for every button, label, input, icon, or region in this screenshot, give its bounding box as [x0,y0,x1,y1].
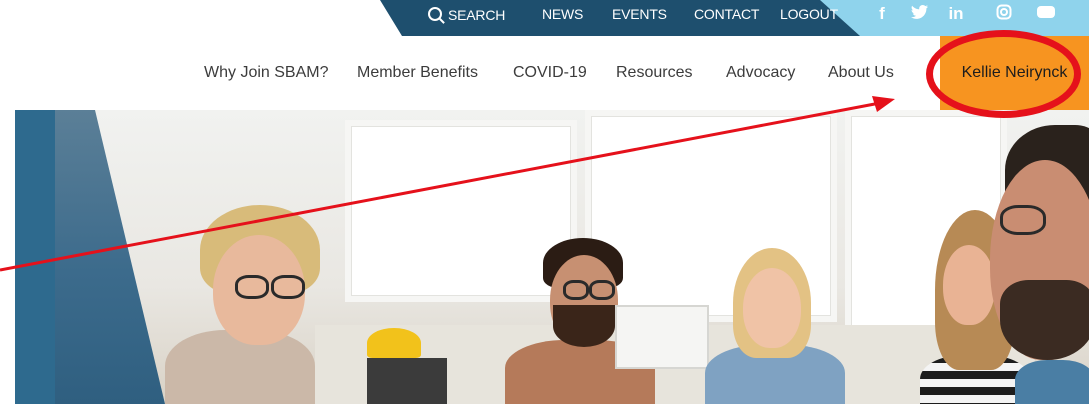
logout-link[interactable]: LOGOUT [780,6,838,22]
facebook-icon[interactable]: f [872,4,892,24]
linkedin-icon[interactable]: in [946,4,966,24]
contact-link[interactable]: CONTACT [694,6,759,22]
twitter-icon[interactable] [910,4,930,25]
hard-hat [367,328,421,358]
events-link[interactable]: EVENTS [612,6,667,22]
hero-brand-strip [15,110,55,404]
account-button[interactable]: Kellie Neirynck [940,36,1089,110]
person-1-glasses [235,275,269,299]
person-5-body [1015,360,1089,404]
news-link[interactable]: NEWS [542,6,583,22]
person-2-beard [553,305,615,347]
person-5-glasses [1000,205,1046,235]
youtube-icon[interactable] [1036,4,1056,24]
nav-about-us[interactable]: About Us [828,64,894,82]
person-5-beard [1000,280,1089,360]
person-2-glasses [563,280,589,300]
hero-box [367,358,447,404]
nav-member-benefits[interactable]: Member Benefits [357,64,478,82]
search-link[interactable]: SEARCH [428,6,505,23]
instagram-icon[interactable] [994,4,1014,25]
nav-resources[interactable]: Resources [616,64,692,82]
hero-image [15,110,1089,404]
person-2-glasses-right [589,280,615,300]
whiteboard [615,305,709,369]
person-1-glasses-right [271,275,305,299]
utility-nav: SEARCH NEWS EVENTS CONTACT LOGOUT f in [380,0,1089,36]
nav-why-join[interactable]: Why Join SBAM? [204,64,328,82]
search-icon [428,7,442,21]
nav-advocacy[interactable]: Advocacy [726,64,795,82]
search-label: SEARCH [448,7,506,23]
nav-covid-19[interactable]: COVID-19 [513,64,587,82]
person-4-face [943,245,995,325]
person-3-face [743,268,801,348]
